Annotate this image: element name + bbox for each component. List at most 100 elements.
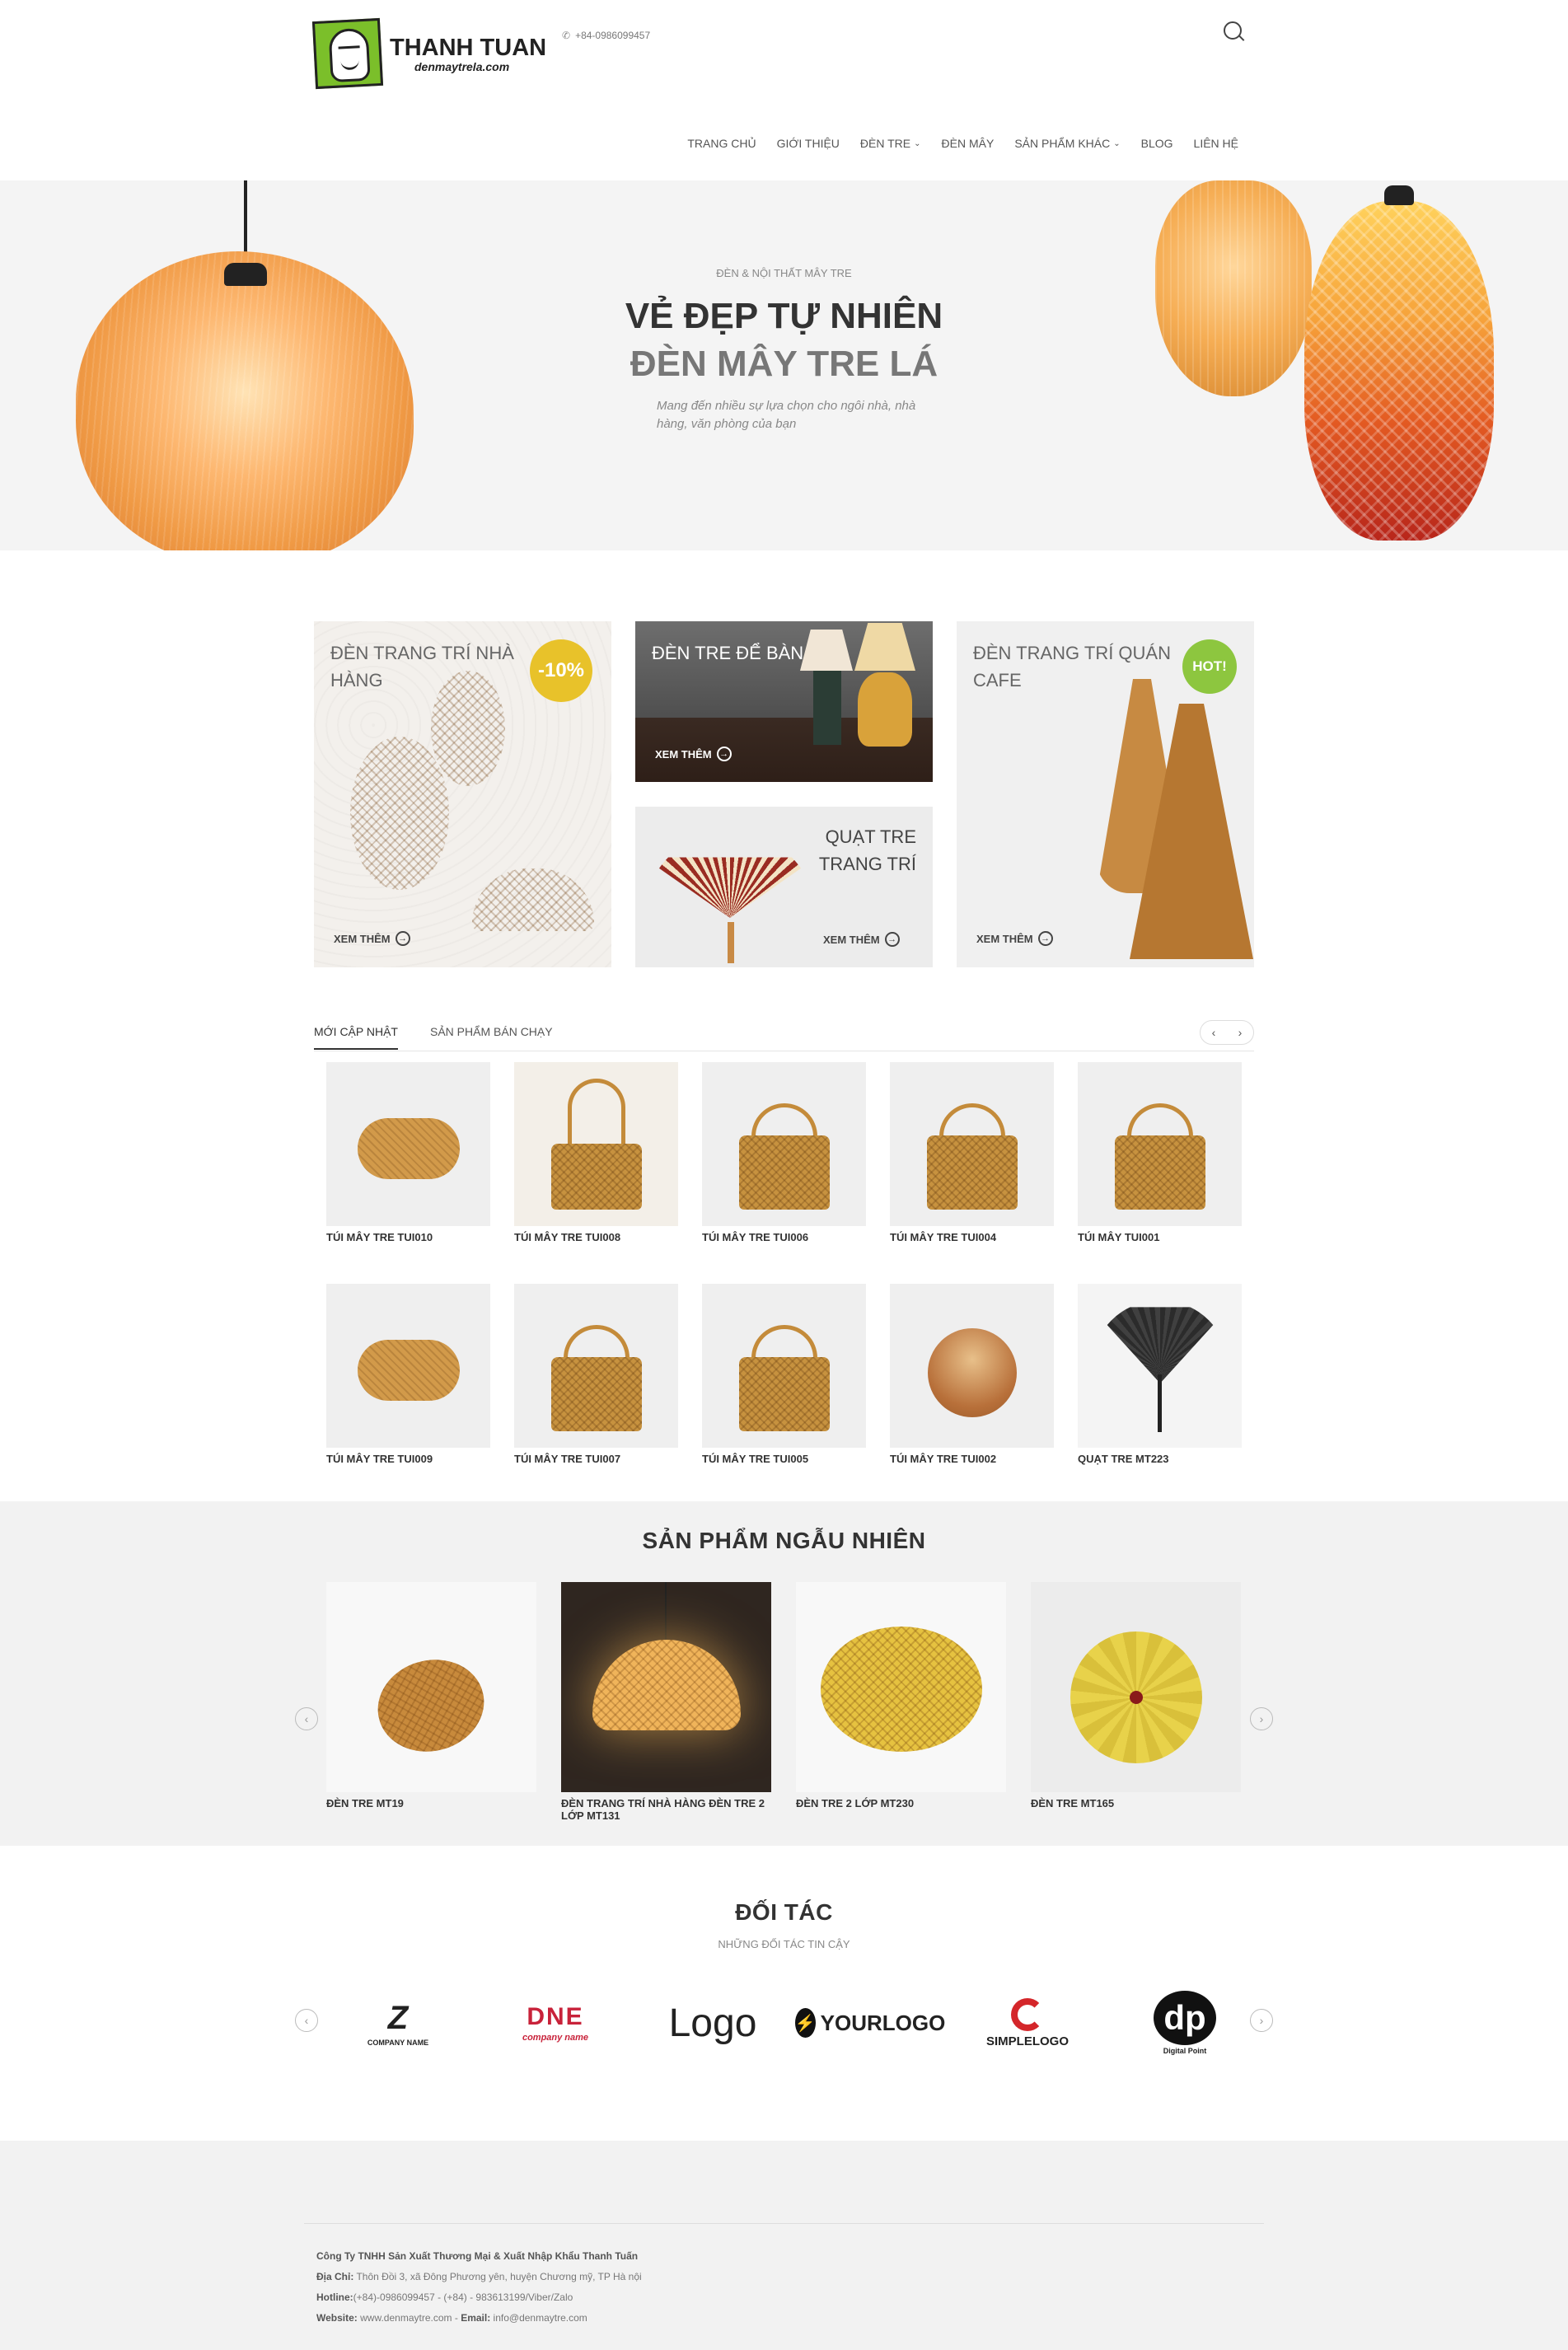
product-tabs: MỚI CẬP NHẬT SẢN PHẨM BÁN CHẠY ‹ › bbox=[314, 1015, 1254, 1051]
product-name[interactable]: TÚI MÂY TRE TUI006 bbox=[702, 1231, 866, 1243]
brand-name: THANH TUAN bbox=[390, 34, 547, 61]
product-card[interactable]: TÚI MÂY TRE TUI009 bbox=[326, 1284, 490, 1465]
tab-best-sellers[interactable]: SẢN PHẨM BÁN CHẠY bbox=[430, 1025, 553, 1048]
nav-item-rattan-lamps[interactable]: ĐÈN MÂY bbox=[942, 137, 995, 150]
product-image[interactable] bbox=[561, 1582, 771, 1792]
product-image[interactable] bbox=[326, 1284, 490, 1448]
product-image[interactable] bbox=[890, 1062, 1054, 1226]
site-logo[interactable]: THANH TUAN denmaytrela.com bbox=[311, 17, 547, 90]
random-products-section: SẢN PHẨM NGẪU NHIÊN ‹ › ĐÈN TRE MT19 ĐÈN… bbox=[0, 1501, 1568, 1846]
arrow-right-icon: → bbox=[395, 931, 410, 946]
nav-item-bamboo-lamps[interactable]: ĐÈN TRE ⌄ bbox=[860, 137, 921, 150]
partner-logo[interactable]: Z COMPANY NAME bbox=[326, 1978, 470, 2068]
product-image[interactable] bbox=[514, 1284, 678, 1448]
product-card[interactable]: TÚI MÂY TRE TUI002 bbox=[890, 1284, 1054, 1465]
product-card[interactable]: TÚI MÂY TRE TUI007 bbox=[514, 1284, 678, 1465]
banner-table-lamps[interactable]: ĐÈN TRE ĐỂ BÀN XEM THÊM → bbox=[635, 621, 933, 782]
product-name[interactable]: ĐÈN TRANG TRÍ NHÀ HÀNG ĐÈN TRE 2 LỚP MT1… bbox=[561, 1797, 771, 1822]
product-card[interactable]: TÚI MÂY TRE TUI008 bbox=[514, 1062, 678, 1243]
prev-arrow-icon[interactable]: ‹ bbox=[295, 2009, 318, 2032]
tab-new-updates[interactable]: MỚI CẬP NHẬT bbox=[314, 1025, 398, 1050]
partner-logo[interactable]: dp Digital Point bbox=[1113, 1978, 1257, 2068]
banner-title: ĐÈN TRANG TRÍ NHÀ HÀNG bbox=[330, 643, 514, 690]
banner-title: QUẠT TRE TRANG TRÍ bbox=[818, 826, 916, 874]
logo-portrait-icon bbox=[311, 17, 384, 90]
product-name[interactable]: QUẠT TRE MT223 bbox=[1078, 1453, 1242, 1465]
product-card[interactable]: ĐÈN TRE 2 LỚP MT230 bbox=[796, 1582, 1006, 1822]
partner-logo[interactable]: ⚡ YOURLOGO bbox=[794, 1978, 945, 2068]
product-card[interactable]: TÚI MÂY TRE TUI004 bbox=[890, 1062, 1054, 1243]
footer-address: Thôn Đồi 3, xã Đông Phương yên, huyện Ch… bbox=[356, 2271, 642, 2282]
next-arrow-icon[interactable]: › bbox=[1250, 1707, 1273, 1730]
view-more-link[interactable]: XEM THÊM → bbox=[823, 932, 900, 947]
banner-bamboo-fans[interactable]: QUẠT TRE TRANG TRÍ XEM THÊM → bbox=[635, 807, 933, 967]
sale-badge: -10% bbox=[530, 639, 592, 702]
hot-badge: HOT! bbox=[1182, 639, 1237, 694]
nav-item-contact[interactable]: LIÊN HỆ bbox=[1194, 137, 1238, 150]
prev-arrow-icon[interactable]: ‹ bbox=[1201, 1021, 1227, 1044]
footer-email-link[interactable]: info@denmaytre.com bbox=[494, 2312, 587, 2324]
product-name[interactable]: TÚI MÂY TRE TUI005 bbox=[702, 1453, 866, 1465]
next-arrow-icon[interactable]: › bbox=[1227, 1021, 1253, 1044]
arrow-right-icon: → bbox=[716, 747, 732, 761]
banner-cafe-lamps[interactable]: ĐÈN TRANG TRÍ QUÁN CAFE HOT! XEM THÊM → bbox=[957, 621, 1254, 967]
nav-item-other-products[interactable]: SẢN PHẨM KHÁC ⌄ bbox=[1014, 137, 1120, 150]
product-name[interactable]: TÚI MÂY TRE TUI004 bbox=[890, 1231, 1054, 1243]
product-name[interactable]: TÚI MÂY TRE TUI002 bbox=[890, 1453, 1054, 1465]
hero-title-line1: VẺ ĐẸP TỰ NHIÊN bbox=[625, 296, 943, 336]
product-image[interactable] bbox=[702, 1062, 866, 1226]
site-footer: Công Ty TNHH Sản Xuất Thương Mại & Xuất … bbox=[0, 2141, 1568, 2350]
partner-logo[interactable]: Logo bbox=[641, 1978, 784, 2068]
product-image[interactable] bbox=[326, 1062, 490, 1226]
header-phone[interactable]: ✆ +84-0986099457 bbox=[562, 30, 650, 41]
product-image[interactable] bbox=[514, 1062, 678, 1226]
main-nav: TRANG CHỦ GIỚI THIỆU ĐÈN TRE ⌄ ĐÈN MÂY SẢ… bbox=[687, 137, 1238, 150]
bolt-icon: ⚡ bbox=[794, 2008, 816, 2038]
product-card[interactable]: ĐÈN TRE MT165 bbox=[1031, 1582, 1241, 1822]
product-card[interactable]: TÚI MÂY TRE TUI006 bbox=[702, 1062, 866, 1243]
banner-title: ĐÈN TRE ĐỂ BÀN bbox=[652, 643, 804, 663]
view-more-link[interactable]: XEM THÊM → bbox=[334, 931, 410, 946]
product-card[interactable]: TÚI MÂY TRE TUI010 bbox=[326, 1062, 490, 1243]
product-card[interactable]: TÚI MÂY TRE TUI005 bbox=[702, 1284, 866, 1465]
product-card[interactable]: ĐÈN TRE MT19 bbox=[326, 1582, 536, 1822]
hero-banner: ĐÈN & NỘI THẤT MÂY TRE VẺ ĐẸP TỰ NHIÊN Đ… bbox=[0, 180, 1568, 550]
view-more-link[interactable]: XEM THÊM → bbox=[655, 747, 732, 761]
product-image[interactable] bbox=[1031, 1582, 1241, 1792]
footer-contact: Công Ty TNHH Sản Xuất Thương Mại & Xuất … bbox=[316, 2250, 642, 2324]
product-image[interactable] bbox=[890, 1284, 1054, 1448]
product-name[interactable]: ĐÈN TRE 2 LỚP MT230 bbox=[796, 1797, 1006, 1809]
product-image[interactable] bbox=[702, 1284, 866, 1448]
nav-item-about[interactable]: GIỚI THIỆU bbox=[777, 137, 840, 150]
product-name[interactable]: ĐÈN TRE MT19 bbox=[326, 1797, 536, 1809]
product-name[interactable]: TÚI MÂY TRE TUI007 bbox=[514, 1453, 678, 1465]
nav-item-home[interactable]: TRANG CHỦ bbox=[687, 137, 756, 150]
product-card[interactable]: ĐÈN TRANG TRÍ NHÀ HÀNG ĐÈN TRE 2 LỚP MT1… bbox=[561, 1582, 771, 1822]
product-image[interactable] bbox=[1078, 1062, 1242, 1226]
brand-domain: denmaytrela.com bbox=[414, 59, 510, 73]
hero-kicker: ĐÈN & NỘI THẤT MÂY TRE bbox=[716, 267, 852, 279]
product-name[interactable]: TÚI MÂY TRE TUI009 bbox=[326, 1453, 490, 1465]
search-icon[interactable] bbox=[1224, 21, 1247, 44]
footer-company: Công Ty TNHH Sản Xuất Thương Mại & Xuất … bbox=[316, 2250, 639, 2262]
product-image[interactable] bbox=[796, 1582, 1006, 1792]
product-name[interactable]: TÚI MÂY TRE TUI010 bbox=[326, 1231, 490, 1243]
product-grid: TÚI MÂY TRE TUI010 TÚI MÂY TRE TUI008 TÚI … bbox=[326, 1062, 1243, 1465]
banner-restaurant-lamps[interactable]: ĐÈN TRANG TRÍ NHÀ HÀNG -10% XEM THÊM → bbox=[314, 621, 611, 967]
swirl-icon bbox=[1011, 1997, 1044, 2031]
product-card[interactable]: TÚI MÂY TUI001 bbox=[1078, 1062, 1242, 1243]
product-image[interactable] bbox=[326, 1582, 536, 1792]
product-image[interactable] bbox=[1078, 1284, 1242, 1448]
footer-hotline: (+84)-0986099457 - (+84) - 983613199/Vib… bbox=[353, 2291, 573, 2303]
product-name[interactable]: ĐÈN TRE MT165 bbox=[1031, 1797, 1241, 1809]
arrow-right-icon: → bbox=[1037, 931, 1053, 946]
product-name[interactable]: TÚI MÂY TRE TUI008 bbox=[514, 1231, 678, 1243]
prev-arrow-icon[interactable]: ‹ bbox=[295, 1707, 318, 1730]
partner-logo[interactable]: SIMPLELOGO bbox=[956, 1978, 1099, 2068]
product-card[interactable]: QUẠT TRE MT223 bbox=[1078, 1284, 1242, 1465]
view-more-link[interactable]: XEM THÊM → bbox=[976, 931, 1053, 946]
product-name[interactable]: TÚI MÂY TUI001 bbox=[1078, 1231, 1242, 1243]
nav-item-blog[interactable]: BLOG bbox=[1141, 137, 1173, 150]
footer-website-link[interactable]: www.denmaytre.com bbox=[360, 2312, 452, 2324]
partner-logo[interactable]: DNE company name bbox=[484, 1978, 627, 2068]
